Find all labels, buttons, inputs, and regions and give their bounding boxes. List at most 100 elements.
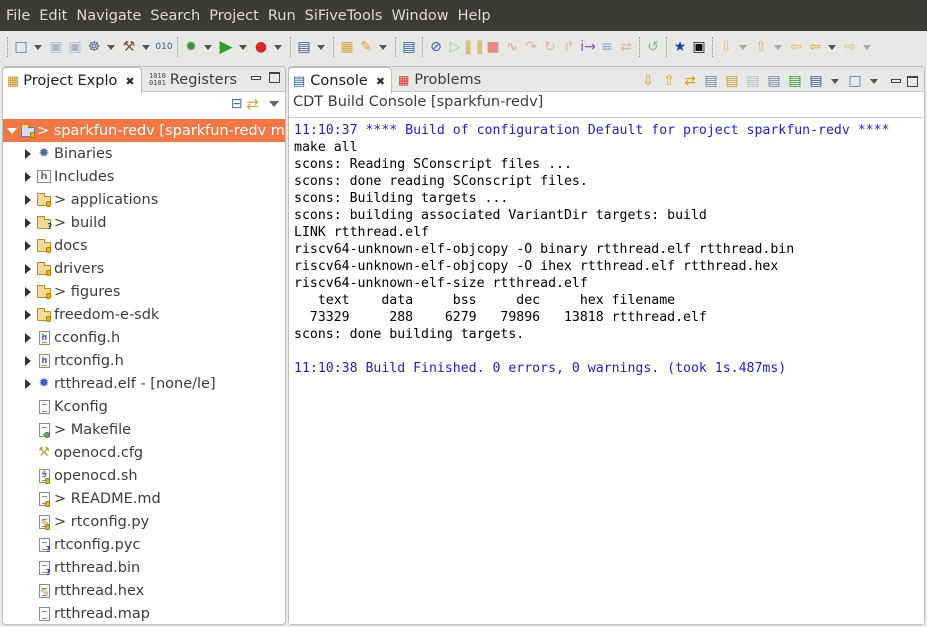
minimize-icon[interactable] — [891, 79, 901, 83]
clear-console-icon[interactable]: ▤ — [765, 71, 783, 91]
tree-item[interactable]: ? rtconfig.pyc — [3, 533, 285, 556]
expand-arrow-closed[interactable] — [25, 194, 31, 205]
open-console-icon[interactable]: □ — [846, 71, 864, 91]
forward-dropdown[interactable] — [863, 44, 871, 50]
terminate-icon[interactable]: ■ — [484, 37, 502, 57]
annotation-icon[interactable]: ▣ — [690, 37, 708, 57]
tab-project-explorer[interactable]: ▦ Project Explo ✖ — [2, 67, 142, 94]
perspective-dropdown[interactable] — [317, 44, 325, 50]
tree-item[interactable]: ✎ > rtconfig.py — [3, 510, 285, 533]
tab-registers[interactable]: 1010 0101 Registers — [145, 67, 237, 93]
step-over-icon[interactable]: ↻ — [541, 37, 559, 57]
tree-item[interactable]: > figures — [3, 280, 285, 303]
expand-arrow-closed[interactable] — [25, 309, 31, 320]
word-wrap-icon[interactable]: ⇄ — [681, 71, 699, 91]
open-console-dropdown[interactable] — [870, 78, 878, 84]
expand-arrow-open[interactable] — [7, 127, 17, 134]
maximize-icon[interactable] — [907, 75, 918, 87]
target-dropdown[interactable] — [107, 44, 115, 50]
forward-icon[interactable]: ⇨ — [841, 37, 859, 57]
scroll-down-icon[interactable]: ⇩ — [639, 71, 657, 91]
use-step-filters-icon[interactable]: ⇄ — [617, 37, 635, 57]
expand-arrow-closed[interactable] — [25, 378, 31, 389]
menu-sifivetools[interactable]: SiFiveTools — [302, 8, 389, 24]
target-icon[interactable]: ☸ — [85, 37, 103, 57]
tree-project-root[interactable]: > sparkfun-redv [sparkfun-redv mast — [3, 119, 285, 142]
tree-item[interactable]: ? > build — [3, 211, 285, 234]
minimize-icon[interactable] — [251, 75, 261, 80]
tree-item[interactable]: h Includes — [3, 165, 285, 188]
new-dropdown[interactable] — [34, 44, 42, 50]
tree-item[interactable]: $ openocd.sh — [3, 464, 285, 487]
external-tools-icon[interactable]: ● — [252, 37, 270, 57]
link-with-editor-icon[interactable]: ⇄ — [246, 95, 259, 113]
display-console-icon[interactable]: ▤ — [807, 71, 825, 91]
tree-item[interactable]: drivers — [3, 257, 285, 280]
last-edit-icon[interactable]: ⇦ — [787, 37, 805, 57]
expand-arrow-closed[interactable] — [25, 240, 31, 251]
tab-console[interactable]: ▤ Console ✖ — [288, 67, 392, 94]
menu-search[interactable]: Search — [147, 8, 206, 24]
search-brush-icon[interactable]: ✎ — [357, 37, 375, 57]
collapse-all-icon[interactable]: ⊟ — [231, 96, 243, 112]
view-menu-icon[interactable] — [269, 101, 279, 107]
tree-item[interactable]: h cconfig.h — [3, 326, 285, 349]
drop-to-frame-icon[interactable]: ≡ — [598, 37, 616, 57]
expand-arrow-closed[interactable] — [25, 148, 31, 159]
close-icon[interactable]: ✖ — [376, 75, 385, 88]
tree-item[interactable]: h rtconfig.h — [3, 349, 285, 372]
instruction-step-icon[interactable]: i→ — [579, 37, 597, 57]
next-annotation-dropdown[interactable] — [739, 44, 747, 50]
binary-file-icon[interactable]: 010 — [155, 37, 173, 57]
previous-annotation-icon[interactable]: ⇧ — [752, 37, 770, 57]
expand-arrow-closed[interactable] — [25, 263, 31, 274]
suspend-icon[interactable]: ❚❚ — [462, 37, 485, 57]
tree-item[interactable]: Kconfig — [3, 395, 285, 418]
back-dropdown[interactable] — [828, 44, 836, 50]
save-icon[interactable]: ▣ — [47, 37, 65, 57]
skip-breakpoints-icon[interactable]: ⊘ — [427, 37, 445, 57]
menu-window[interactable]: Window — [388, 8, 454, 24]
tree-item[interactable]: ✹ rtthread.elf - [none/le] — [3, 372, 285, 395]
build-dropdown[interactable] — [142, 44, 150, 50]
expand-arrow-closed[interactable] — [25, 355, 31, 366]
display-console-dropdown[interactable] — [831, 78, 839, 84]
menu-help[interactable]: Help — [455, 8, 497, 24]
open-perspective-icon[interactable]: ▤ — [295, 37, 313, 57]
external-tools-dropdown[interactable] — [274, 44, 282, 50]
tree-item[interactable]: > Makefile — [3, 418, 285, 441]
run-icon[interactable]: ▶ — [217, 37, 235, 57]
tree-item[interactable]: > applications — [3, 188, 285, 211]
save-console-icon[interactable]: ▤ — [702, 71, 720, 91]
scroll-up-icon[interactable]: ⇧ — [660, 71, 678, 91]
tree-item[interactable]: ⚒ openocd.cfg — [3, 441, 285, 464]
expand-arrow-closed[interactable] — [25, 171, 31, 182]
maximize-icon[interactable] — [269, 72, 280, 83]
menu-project[interactable]: Project — [206, 8, 265, 24]
back-icon[interactable]: ⇦ — [806, 37, 824, 57]
menu-edit[interactable]: Edit — [36, 8, 73, 24]
run-dropdown[interactable] — [239, 44, 247, 50]
menu-navigate[interactable]: Navigate — [73, 8, 147, 24]
tree-item[interactable]: ? rtthread.bin — [3, 556, 285, 579]
show-console-icon[interactable]: ▤ — [744, 71, 762, 91]
save-all-icon[interactable]: ▣ — [66, 37, 84, 57]
search-dropdown[interactable] — [379, 44, 387, 50]
console-icon[interactable]: ▤ — [400, 37, 418, 57]
tree-item[interactable]: > README.md — [3, 487, 285, 510]
expand-arrow-closed[interactable] — [25, 217, 31, 228]
restart-icon[interactable]: ↺ — [644, 37, 662, 57]
debug-dropdown[interactable] — [204, 44, 212, 50]
previous-annotation-dropdown[interactable] — [774, 44, 782, 50]
tree-item[interactable]: docs — [3, 234, 285, 257]
step-into-icon[interactable]: ↷ — [522, 37, 540, 57]
tree-item[interactable]: rtthread.map — [3, 602, 285, 625]
build-hammer-icon[interactable]: ⚒ — [120, 37, 138, 57]
menu-file[interactable]: File — [3, 8, 36, 24]
expand-arrow-closed[interactable] — [25, 332, 31, 343]
scroll-lock-icon[interactable]: ▤ — [723, 71, 741, 91]
close-icon[interactable]: ✖ — [125, 75, 134, 88]
tree-item[interactable]: ✹ Binaries — [3, 142, 285, 165]
pin-console-icon[interactable]: ▤ — [786, 71, 804, 91]
next-annotation-icon[interactable]: ⇩ — [717, 37, 735, 57]
